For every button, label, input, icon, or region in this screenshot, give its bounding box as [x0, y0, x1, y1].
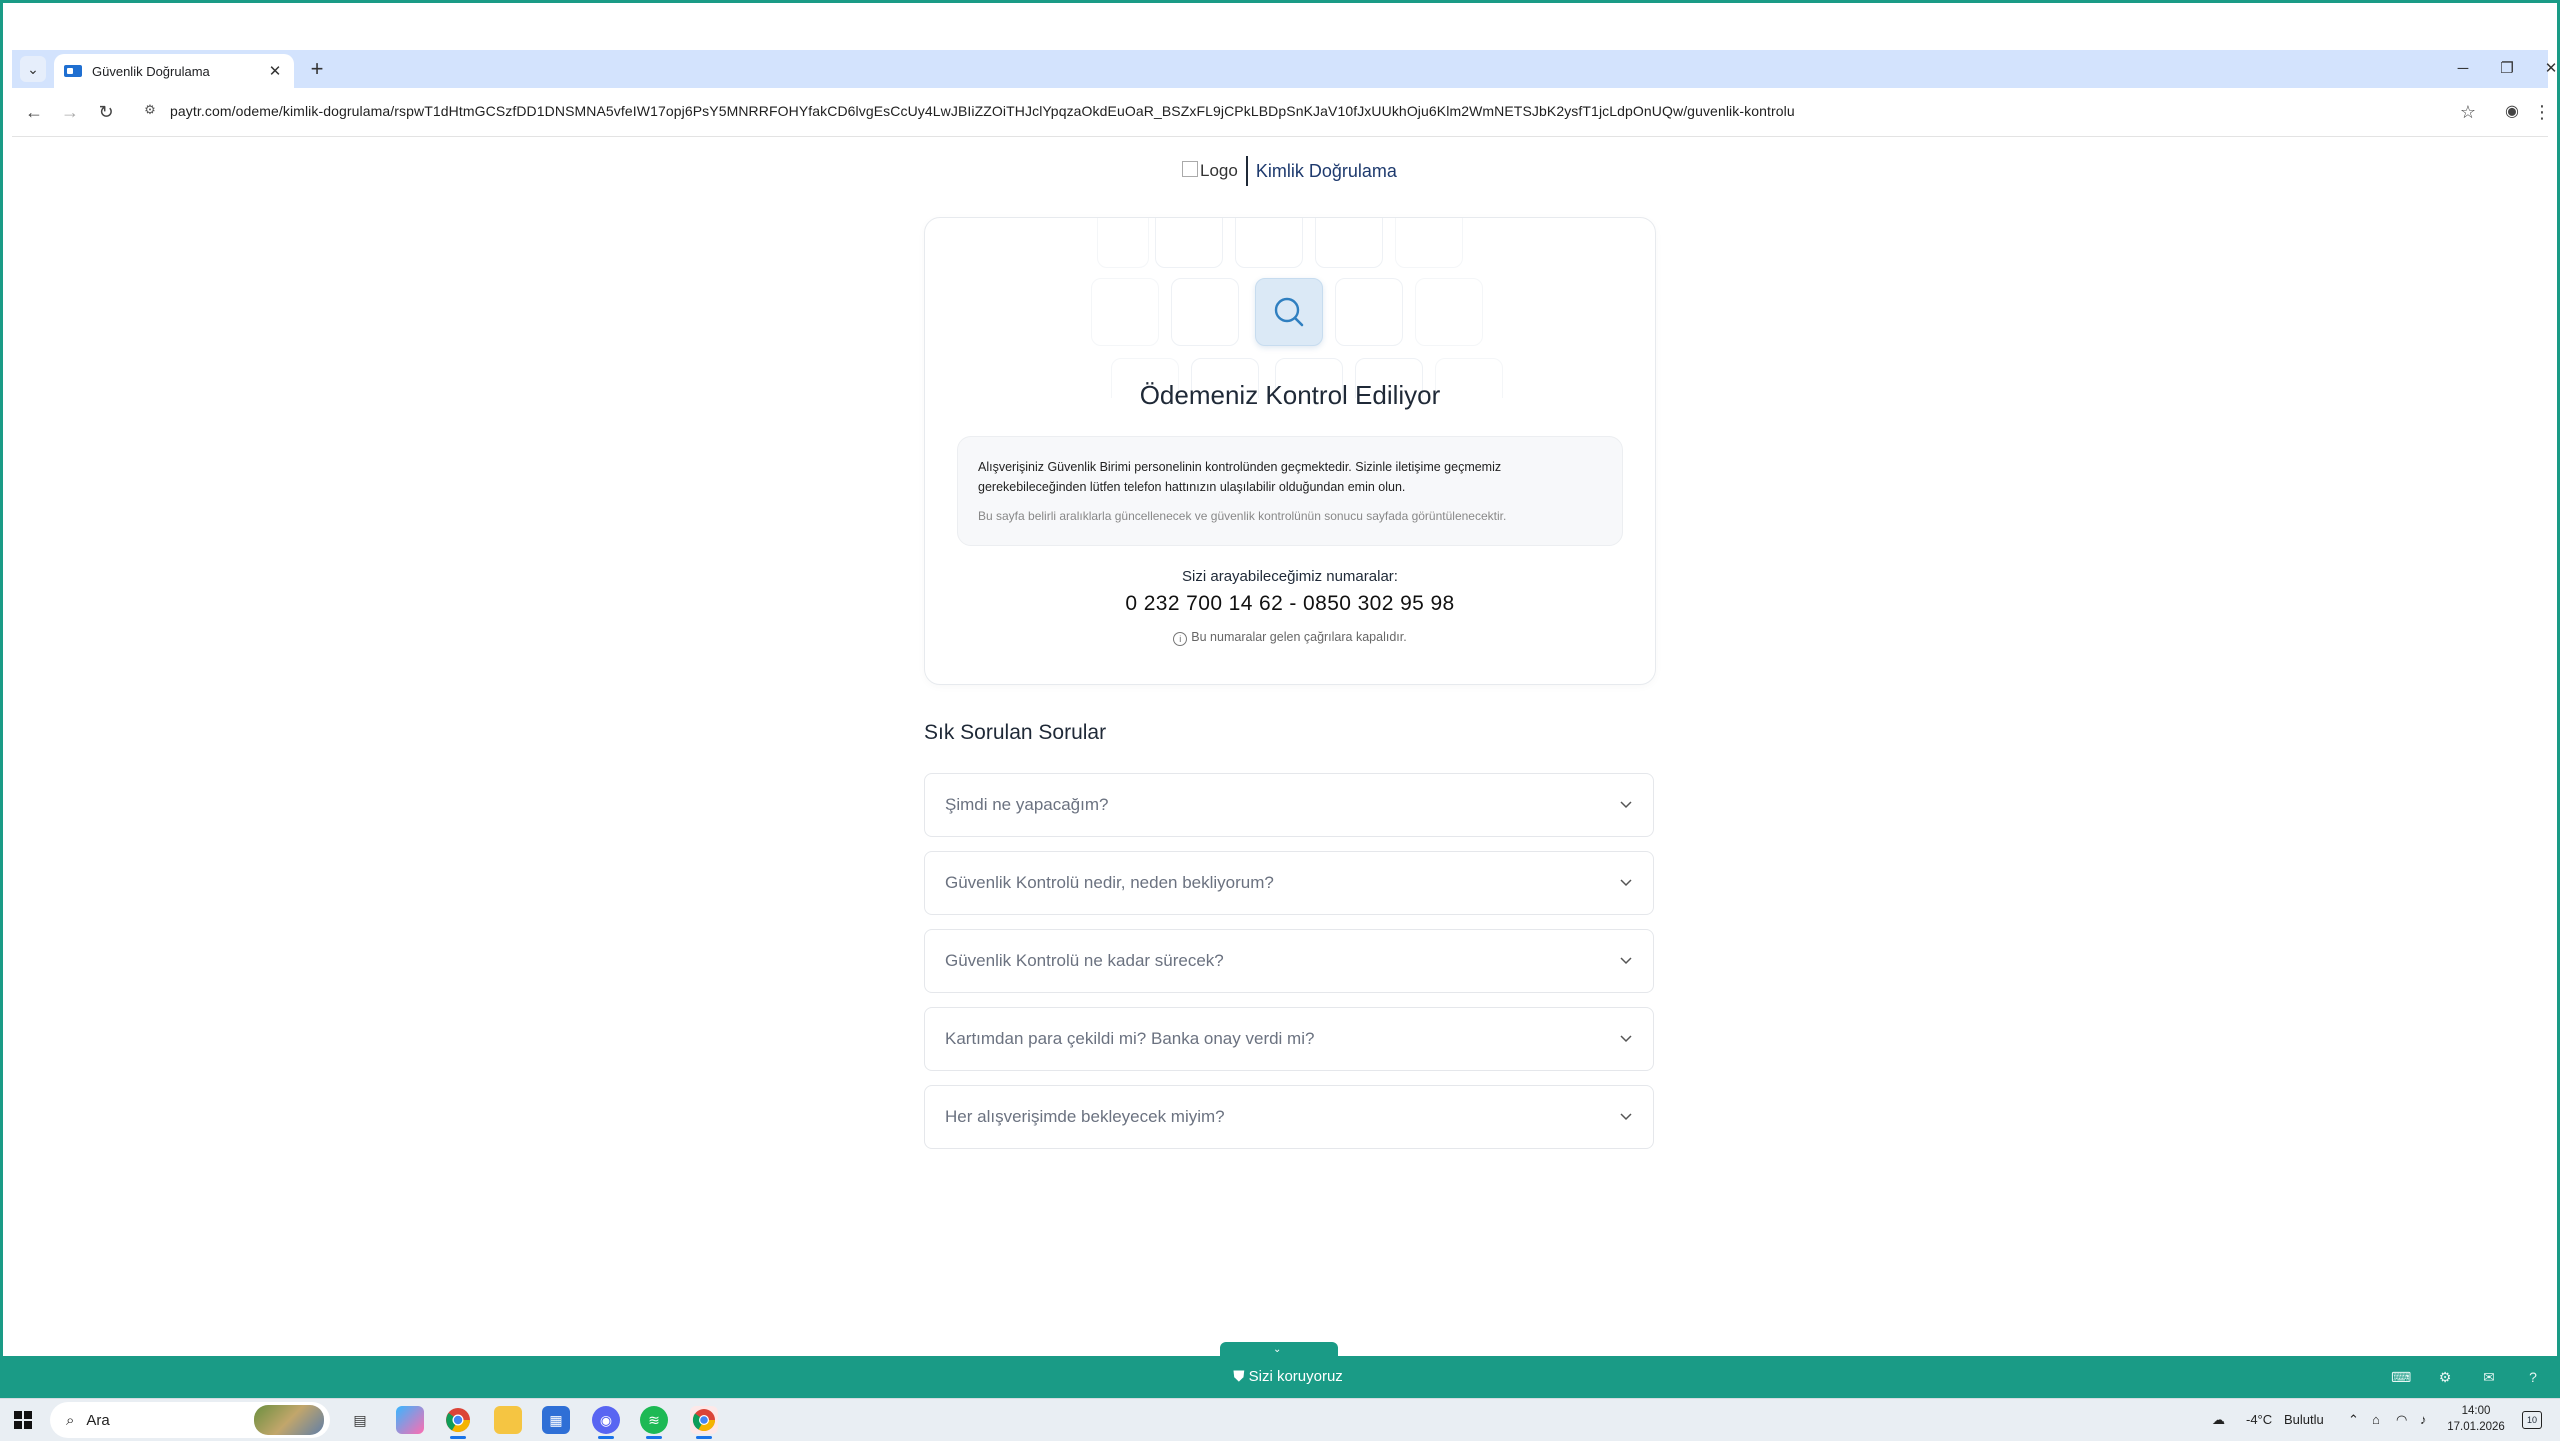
chrome-icon[interactable] — [444, 1406, 472, 1439]
network-device-icon[interactable]: ⌂ — [2372, 1399, 2380, 1441]
search-highlight-image — [254, 1405, 324, 1435]
copilot-icon[interactable] — [396, 1406, 424, 1434]
wifi-icon[interactable]: ◠ — [2396, 1399, 2407, 1441]
taskbar-search-label: Ara — [86, 1411, 110, 1429]
keyboard-icon[interactable]: ⌨ — [2391, 1368, 2411, 1386]
help-icon[interactable]: ? — [2523, 1368, 2543, 1386]
chevron-up-icon[interactable]: ⌃ — [2348, 1399, 2359, 1441]
taskbar-search[interactable]: ⌕ Ara — [50, 1402, 330, 1438]
mail-icon[interactable]: ✉ — [2479, 1368, 2499, 1386]
clock-date: 17.01.2026 — [2447, 1421, 2505, 1433]
volume-icon[interactable]: ♪ — [2420, 1399, 2427, 1441]
search-icon: ⌕ — [66, 1411, 75, 1429]
taskbar-clock[interactable]: 14:00 17.01.2026 — [2446, 1403, 2506, 1435]
task-view-icon[interactable]: ▤ — [346, 1406, 374, 1434]
store-icon[interactable]: ▦ — [542, 1406, 570, 1434]
weather-desc[interactable]: Bulutlu — [2284, 1399, 2324, 1441]
chevron-down-icon: ⌄ — [1273, 1344, 1282, 1355]
discord-icon[interactable]: ◉ — [592, 1406, 620, 1439]
window-frame — [0, 0, 2560, 1440]
weather-temp[interactable]: -4°C — [2246, 1399, 2272, 1441]
gear-icon[interactable]: ⚙ — [2435, 1368, 2455, 1386]
os-taskbar: ⌕ Ara ▤ ▦ ◉ ≋ ☁ -4°C Bulutlu ⌃ ⌂ ◠ ♪ 14:… — [0, 1398, 2560, 1441]
notification-icon[interactable]: 10 — [2522, 1411, 2542, 1429]
file-explorer-icon[interactable] — [494, 1406, 522, 1434]
clock-time: 14:00 — [2461, 1405, 2491, 1417]
chrome-profile-icon[interactable] — [690, 1406, 718, 1439]
spotify-icon[interactable]: ≋ — [640, 1406, 668, 1439]
start-windows-icon[interactable] — [14, 1411, 32, 1429]
shield-icon: ⛊ — [1233, 1368, 1249, 1385]
weather-icon[interactable]: ☁ — [2212, 1399, 2225, 1441]
protection-footer-text: ⛊ Sizi koruyoruz — [1233, 1368, 1343, 1385]
